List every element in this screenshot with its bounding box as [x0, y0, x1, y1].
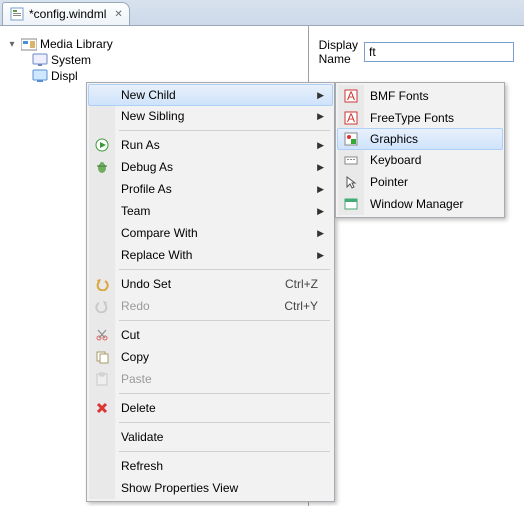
menu-show-properties[interactable]: Show Properties View: [89, 477, 332, 499]
svg-text:A: A: [347, 111, 355, 125]
menu-copy-label: Copy: [121, 350, 149, 364]
submenu-bmf-fonts[interactable]: A BMF Fonts: [338, 85, 502, 107]
submenu-keyboard[interactable]: Keyboard: [338, 149, 502, 171]
menu-show-properties-label: Show Properties View: [121, 481, 238, 495]
graphics-icon: [343, 131, 359, 147]
menu-profile-as-label: Profile As: [121, 182, 172, 196]
submenu-pointer-label: Pointer: [370, 175, 408, 189]
window-icon: [343, 196, 359, 212]
keyboard-icon: [343, 152, 359, 168]
library-icon: [21, 37, 37, 51]
menu-run-as-label: Run As: [121, 138, 160, 152]
menu-redo-label: Redo: [121, 299, 150, 313]
submenu-wm-label: Window Manager: [370, 197, 463, 211]
menu-separator: [119, 269, 330, 270]
menu-cut[interactable]: Cut: [89, 324, 332, 346]
editor-tab[interactable]: *config.windml ✕: [2, 2, 130, 25]
svg-text:A: A: [347, 89, 355, 103]
submenu-arrow-icon: ▶: [317, 162, 324, 173]
menu-replace-with[interactable]: Replace With ▶: [89, 244, 332, 266]
menu-copy[interactable]: Copy: [89, 346, 332, 368]
menu-separator: [119, 393, 330, 394]
tree-display-label-prefix: Displ: [51, 69, 78, 83]
bug-icon: [94, 159, 110, 175]
menu-refresh-label: Refresh: [121, 459, 163, 473]
submenu-window-manager[interactable]: Window Manager: [338, 193, 502, 215]
tab-bar: *config.windml ✕: [0, 0, 524, 26]
menu-paste-label: Paste: [121, 372, 152, 386]
menu-validate-label: Validate: [121, 430, 163, 444]
menu-refresh[interactable]: Refresh: [89, 455, 332, 477]
menu-undo-label: Undo Set: [121, 277, 171, 291]
menu-team[interactable]: Team ▶: [89, 200, 332, 222]
menu-delete-label: Delete: [121, 401, 156, 415]
menu-paste: Paste: [89, 368, 332, 390]
delete-icon: [94, 400, 110, 416]
menu-undo[interactable]: Undo Set Ctrl+Z: [89, 273, 332, 295]
submenu-arrow-icon: ▶: [317, 140, 324, 151]
menu-delete[interactable]: Delete: [89, 397, 332, 419]
menu-redo: Redo Ctrl+Y: [89, 295, 332, 317]
menu-validate[interactable]: Validate: [89, 426, 332, 448]
tree-root-label: Media Library: [40, 37, 113, 51]
submenu-arrow-icon: ▶: [317, 228, 324, 239]
menu-run-as[interactable]: Run As ▶: [89, 134, 332, 156]
pointer-icon: [343, 174, 359, 190]
menu-new-child-label: New Child: [121, 88, 176, 102]
submenu-arrow-icon: ▶: [317, 206, 324, 217]
menu-separator: [119, 422, 330, 423]
copy-icon: [94, 349, 110, 365]
tree-system-label: System: [51, 53, 91, 67]
system-icon: [32, 53, 48, 67]
menu-cut-label: Cut: [121, 328, 140, 342]
menu-undo-shortcut: Ctrl+Z: [285, 277, 318, 291]
submenu-arrow-icon: ▶: [317, 184, 324, 195]
file-icon: [9, 6, 25, 22]
tree-item-system[interactable]: System: [4, 52, 304, 68]
paste-icon: [94, 371, 110, 387]
menu-team-label: Team: [121, 204, 150, 218]
submenu-arrow-icon: ▶: [317, 90, 324, 101]
submenu-graphics[interactable]: Graphics: [337, 128, 503, 150]
collapse-icon[interactable]: ▾: [8, 39, 18, 50]
submenu-bmf-label: BMF Fonts: [370, 89, 429, 103]
scissors-icon: [94, 327, 110, 343]
submenu-arrow-icon: ▶: [317, 250, 324, 261]
submenu-graphics-label: Graphics: [370, 132, 418, 146]
menu-separator: [119, 130, 330, 131]
menu-replace-label: Replace With: [121, 248, 192, 262]
menu-debug-as-label: Debug As: [121, 160, 173, 174]
menu-new-child[interactable]: New Child ▶: [88, 84, 333, 106]
submenu-freetype-label: FreeType Fonts: [370, 111, 454, 125]
display-icon: [32, 69, 48, 83]
menu-compare-with[interactable]: Compare With ▶: [89, 222, 332, 244]
close-icon[interactable]: ✕: [114, 9, 122, 20]
menu-redo-shortcut: Ctrl+Y: [284, 299, 318, 313]
new-child-submenu: A BMF Fonts A FreeType Fonts Graphics Ke…: [335, 82, 505, 218]
submenu-keyboard-label: Keyboard: [370, 153, 421, 167]
font-icon: A: [343, 110, 359, 126]
display-name-row: Display Name: [319, 38, 514, 66]
redo-icon: [94, 298, 110, 314]
menu-debug-as[interactable]: Debug As ▶: [89, 156, 332, 178]
tree-root[interactable]: ▾ Media Library: [4, 36, 304, 52]
display-name-label: Display Name: [319, 38, 358, 66]
menu-profile-as[interactable]: Profile As ▶: [89, 178, 332, 200]
submenu-freetype-fonts[interactable]: A FreeType Fonts: [338, 107, 502, 129]
menu-separator: [119, 451, 330, 452]
tab-title: *config.windml: [29, 7, 106, 21]
menu-separator: [119, 320, 330, 321]
submenu-pointer[interactable]: Pointer: [338, 171, 502, 193]
menu-compare-label: Compare With: [121, 226, 198, 240]
run-icon: [94, 137, 110, 153]
menu-new-sibling[interactable]: New Sibling ▶: [89, 105, 332, 127]
context-menu: New Child ▶ New Sibling ▶ Run As ▶ Debug…: [86, 82, 335, 502]
font-icon: A: [343, 88, 359, 104]
menu-new-sibling-label: New Sibling: [121, 109, 184, 123]
undo-icon: [94, 276, 110, 292]
submenu-arrow-icon: ▶: [317, 111, 324, 122]
display-name-input[interactable]: [364, 42, 514, 62]
